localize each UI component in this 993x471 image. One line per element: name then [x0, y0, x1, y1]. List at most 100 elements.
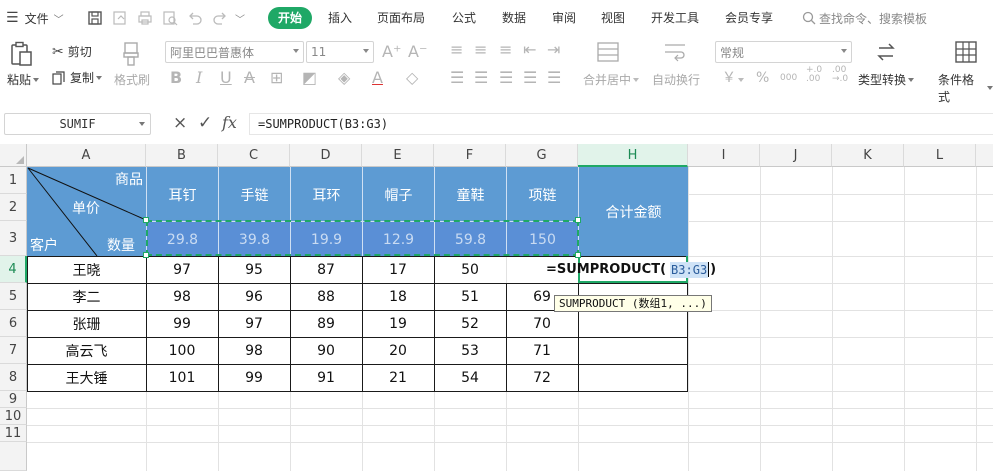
print-icon[interactable] — [134, 7, 156, 29]
underline-icon[interactable]: U — [220, 70, 232, 86]
row-header-8[interactable]: 8 — [0, 364, 27, 391]
customer-name[interactable]: 王晓 — [27, 256, 146, 283]
qty-cell[interactable]: 52 — [434, 310, 506, 337]
col-header-g[interactable]: G — [506, 144, 578, 167]
row-header-12[interactable] — [0, 442, 27, 471]
select-all-corner[interactable] — [0, 144, 27, 167]
price-cell-g3[interactable]: 150 — [507, 222, 578, 257]
name-box[interactable]: SUMIF — [4, 113, 151, 135]
col-header-l[interactable]: L — [904, 144, 976, 167]
align-left-icon[interactable]: ☰ — [450, 70, 464, 86]
fill-color-icon[interactable]: ◩ — [302, 70, 317, 86]
table-icon[interactable] — [955, 41, 977, 63]
insert-function-icon[interactable]: fx — [222, 114, 237, 132]
qty-cell[interactable]: 54 — [434, 364, 506, 391]
qty-cell[interactable]: 18 — [362, 283, 434, 310]
align-bottom-icon[interactable]: ≡ — [499, 42, 512, 58]
row-header-5[interactable]: 5 — [0, 283, 27, 310]
customer-name[interactable]: 张珊 — [27, 310, 146, 337]
qty-cell[interactable]: 97 — [218, 310, 290, 337]
qty-cell[interactable]: 95 — [218, 256, 290, 283]
qty-cell[interactable]: 71 — [506, 337, 578, 364]
row-header-1[interactable]: 1 — [0, 167, 27, 194]
brush-icon[interactable] — [120, 41, 142, 67]
formula-input[interactable]: =SUMPRODUCT(B3:G3) — [249, 113, 993, 135]
indent-decrease-icon[interactable]: ⇤ — [523, 42, 536, 58]
italic-icon[interactable]: I — [196, 70, 202, 86]
row-header-9[interactable]: 9 — [0, 391, 27, 408]
cancel-icon[interactable]: × — [173, 114, 187, 132]
decrease-font-icon[interactable]: A⁻ — [408, 44, 427, 60]
col-header-i[interactable]: I — [688, 144, 760, 167]
row-header-11[interactable]: 11 — [0, 425, 27, 442]
distributed-icon[interactable]: ☰ — [547, 70, 561, 86]
price-cell-c3[interactable]: 39.8 — [219, 222, 290, 257]
thousands-icon[interactable]: 000 — [780, 70, 797, 86]
tab-home[interactable]: 开始 — [268, 7, 313, 29]
qty-cell[interactable]: 20 — [362, 337, 434, 364]
justify-icon[interactable]: ☰ — [523, 70, 537, 86]
col-header-j[interactable]: J — [760, 144, 832, 167]
bold-icon[interactable]: B — [170, 70, 182, 86]
merge-center-button[interactable]: 合并居中 — [583, 71, 640, 88]
conditional-format-button[interactable]: 条件格式 — [938, 71, 993, 105]
price-cell-b3[interactable]: 29.8 — [147, 222, 218, 257]
qty-cell[interactable]: 96 — [218, 283, 290, 310]
customer-name[interactable]: 高云飞 — [27, 337, 146, 364]
convert-type-button[interactable]: 类型转换 — [858, 71, 915, 88]
product-header-e[interactable]: 帽子 — [363, 167, 434, 222]
product-header-f[interactable]: 童鞋 — [435, 167, 506, 222]
qty-cell[interactable]: 50 — [434, 256, 506, 283]
command-search[interactable]: 查找命令、搜索模板 — [802, 7, 927, 29]
cut-button[interactable]: ✂ 剪切 — [52, 43, 92, 60]
tab-insert[interactable]: 插入 — [328, 7, 352, 29]
row-header-2[interactable]: 2 — [0, 194, 27, 221]
merge-center-icon[interactable] — [597, 42, 619, 62]
price-cell-d3[interactable]: 19.9 — [291, 222, 362, 257]
undo-icon[interactable] — [184, 7, 206, 29]
qty-cell[interactable]: 88 — [290, 283, 362, 310]
qty-cell[interactable]: 99 — [218, 364, 290, 391]
diagonal-header-cell[interactable]: 商品 单价 客户 数量 — [27, 167, 147, 257]
qty-cell[interactable]: 101 — [146, 364, 218, 391]
product-header-d[interactable]: 耳环 — [291, 167, 362, 222]
font-color-icon[interactable]: A — [372, 70, 383, 86]
tab-review[interactable]: 审阅 — [552, 7, 576, 29]
export-icon[interactable] — [109, 7, 131, 29]
qty-cell[interactable]: 90 — [290, 337, 362, 364]
col-header-h[interactable]: H — [578, 144, 688, 167]
qty-cell[interactable]: 99 — [146, 310, 218, 337]
qty-cell[interactable]: 17 — [362, 256, 434, 283]
selection-handle[interactable] — [143, 217, 149, 223]
qty-cell[interactable]: 98 — [146, 283, 218, 310]
save-icon[interactable] — [84, 7, 106, 29]
qty-cell[interactable]: 51 — [434, 283, 506, 310]
qty-cell[interactable]: 97 — [146, 256, 218, 283]
cell-edit-formula[interactable]: =SUMPRODUCT( B3:G3 ) — [546, 256, 716, 283]
convert-icon[interactable] — [876, 41, 896, 63]
border-icon[interactable]: ⊞ — [270, 70, 283, 86]
tab-developer[interactable]: 开发工具 — [651, 7, 699, 29]
col-header-k[interactable]: K — [832, 144, 904, 167]
decrease-decimal-icon[interactable]: .00 →.0 — [832, 66, 848, 84]
qty-cell[interactable]: 53 — [434, 337, 506, 364]
chevron-down-icon[interactable]: ﹀ — [234, 7, 246, 29]
qty-cell[interactable]: 21 — [362, 364, 434, 391]
paste-button[interactable]: 粘贴 — [7, 71, 40, 88]
align-middle-icon[interactable]: ≡ — [474, 42, 487, 58]
qty-cell[interactable]: 91 — [290, 364, 362, 391]
product-header-c[interactable]: 手链 — [219, 167, 290, 222]
product-header-b[interactable]: 耳钉 — [147, 167, 218, 222]
file-menu[interactable]: ☰ 文件 ﹀ — [6, 0, 64, 36]
wrap-text-button[interactable]: 自动换行 — [652, 71, 700, 88]
tab-page-layout[interactable]: 页面布局 — [377, 7, 425, 29]
wrap-text-icon[interactable] — [663, 42, 687, 62]
indent-increase-icon[interactable]: ⇥ — [547, 42, 560, 58]
increase-font-icon[interactable]: A⁺ — [382, 44, 401, 60]
col-header-f[interactable]: F — [434, 144, 506, 167]
col-header-c[interactable]: C — [218, 144, 290, 167]
row-header-10[interactable]: 10 — [0, 408, 27, 425]
selection-handle[interactable] — [575, 252, 581, 258]
align-right-icon[interactable]: ☰ — [499, 70, 513, 86]
increase-decimal-icon[interactable]: +.0.00 — [806, 66, 822, 84]
